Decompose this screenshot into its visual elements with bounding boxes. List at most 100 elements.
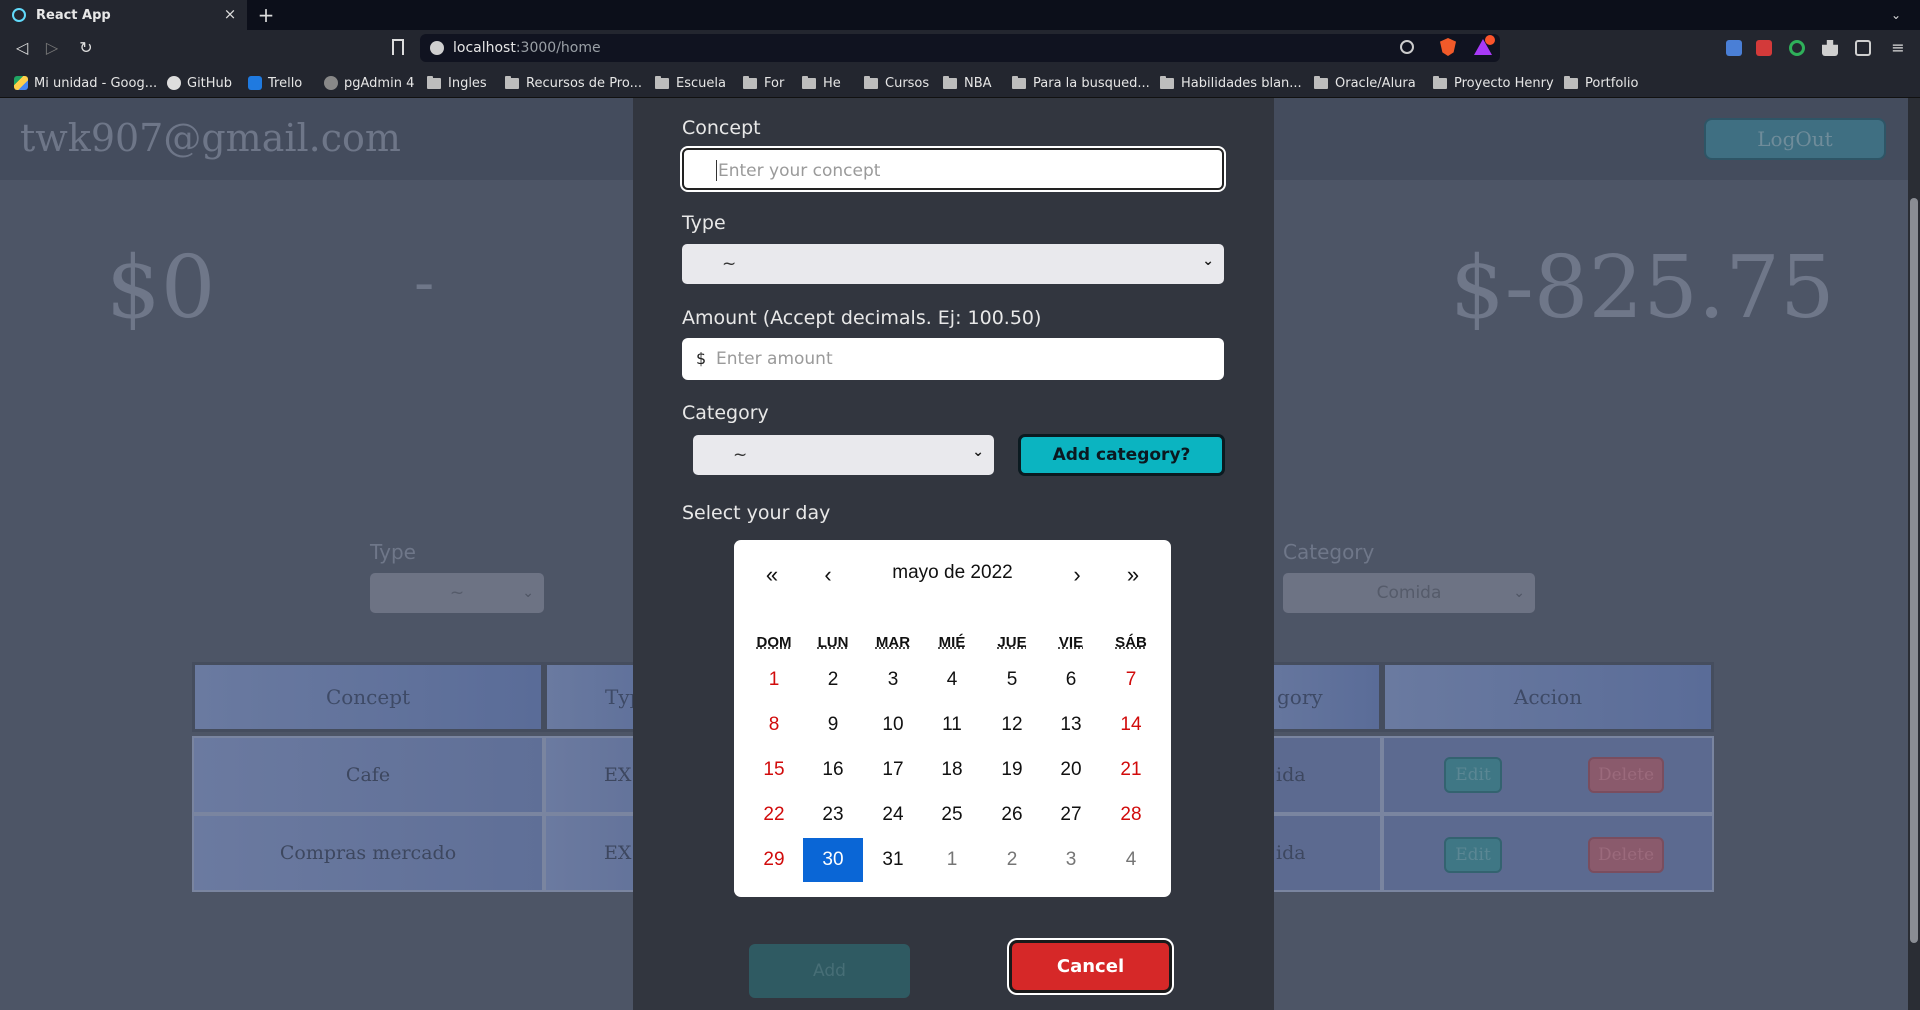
calendar-day[interactable]: 26 xyxy=(982,793,1042,837)
calendar-day[interactable]: 1 xyxy=(744,658,804,702)
folder-icon xyxy=(427,75,441,89)
bookmark-pgadmin[interactable]: pgAdmin 4 xyxy=(324,74,414,92)
calendar-day[interactable]: 9 xyxy=(803,703,863,747)
bookmark-folder-recursos[interactable]: Recursos de Pro... xyxy=(505,74,642,92)
calendar-day[interactable]: 30 xyxy=(803,838,863,882)
calendar-day[interactable]: 4 xyxy=(922,658,982,702)
bookmark-page-icon[interactable] xyxy=(392,39,404,55)
calendar-day[interactable]: 3 xyxy=(1041,838,1101,882)
calendar-day[interactable]: 17 xyxy=(863,748,923,792)
calendar-day[interactable]: 4 xyxy=(1101,838,1161,882)
bookmark-folder-busqueda[interactable]: Para la busqued... xyxy=(1012,74,1150,92)
add-category-button[interactable]: Add category? xyxy=(1018,434,1225,476)
calendar-day[interactable]: 7 xyxy=(1101,658,1161,702)
calendar-day[interactable]: 3 xyxy=(863,658,923,702)
add-button[interactable]: Add xyxy=(749,944,910,998)
calendar-day[interactable]: 25 xyxy=(922,793,982,837)
bookmark-folder-ingles[interactable]: Ingles xyxy=(427,74,487,92)
calendar-day[interactable]: 24 xyxy=(863,793,923,837)
calendar-day[interactable]: 6 xyxy=(1041,658,1101,702)
next-year-button[interactable]: » xyxy=(1113,560,1153,590)
url-text[interactable]: localhost:3000/home xyxy=(453,40,601,56)
calendar-day[interactable]: 29 xyxy=(744,838,804,882)
menu-icon[interactable]: ≡ xyxy=(1888,38,1908,58)
calendar-day[interactable]: 5 xyxy=(982,658,1042,702)
tab-close-icon[interactable]: × xyxy=(221,5,239,23)
bookmark-trello[interactable]: Trello xyxy=(248,74,302,92)
calendar-day[interactable]: 28 xyxy=(1101,793,1161,837)
type-label: Type xyxy=(682,212,726,234)
delete-button[interactable]: Delete xyxy=(1588,837,1664,873)
calendar-day[interactable]: 20 xyxy=(1041,748,1101,792)
next-month-button[interactable]: › xyxy=(1057,560,1097,590)
grammarly-extension-icon[interactable] xyxy=(1789,40,1805,56)
edit-button[interactable]: Edit xyxy=(1444,757,1502,793)
concept-input[interactable]: Enter your concept xyxy=(682,148,1224,190)
bookmark-folder-nba[interactable]: NBA xyxy=(943,74,992,92)
bookmark-folder-for[interactable]: For xyxy=(743,74,784,92)
edit-button[interactable]: Edit xyxy=(1444,837,1502,873)
calendar-day[interactable]: 2 xyxy=(982,838,1042,882)
weekday-header: MIÉ xyxy=(938,634,966,651)
balance-total: $-825.75 xyxy=(1450,238,1835,338)
calendar-day[interactable]: 22 xyxy=(744,793,804,837)
calendar-day[interactable]: 19 xyxy=(982,748,1042,792)
concept-placeholder: Enter your concept xyxy=(718,161,881,181)
translate-extension-icon[interactable] xyxy=(1726,40,1742,56)
bookmark-folder-escuela[interactable]: Escuela xyxy=(655,74,726,92)
new-tab-button[interactable]: + xyxy=(254,3,278,27)
bookmark-folder-habilidades[interactable]: Habilidades blan... xyxy=(1160,74,1302,92)
folder-icon xyxy=(743,75,757,89)
calendar-day[interactable]: 8 xyxy=(744,703,804,747)
calendar-day[interactable]: 21 xyxy=(1101,748,1161,792)
tab-search-chevron-icon[interactable]: ⌄ xyxy=(1886,5,1906,25)
reload-button[interactable]: ↻ xyxy=(76,38,96,58)
type-select[interactable]: ~ ⌄ xyxy=(682,244,1224,284)
globe-icon xyxy=(324,76,338,90)
address-bar[interactable]: localhost:3000/home xyxy=(420,34,1500,62)
calendar-day[interactable]: 27 xyxy=(1041,793,1101,837)
forward-button[interactable]: ▷ xyxy=(42,38,62,58)
calendar-day[interactable]: 12 xyxy=(982,703,1042,747)
calendar-day[interactable]: 10 xyxy=(863,703,923,747)
calendar-day[interactable]: 14 xyxy=(1101,703,1161,747)
calendar-day[interactable]: 18 xyxy=(922,748,982,792)
calendar-month-title[interactable]: mayo de 2022 xyxy=(834,562,1071,584)
calendar-day[interactable]: 23 xyxy=(803,793,863,837)
calendar-day[interactable]: 31 xyxy=(863,838,923,882)
calendar-day[interactable]: 15 xyxy=(744,748,804,792)
bookmark-folder-portfolio[interactable]: Portfolio xyxy=(1564,74,1638,92)
site-info-icon[interactable] xyxy=(430,41,444,55)
amount-input[interactable]: $ Enter amount xyxy=(682,338,1224,380)
cancel-button[interactable]: Cancel xyxy=(1009,940,1172,993)
text-caret xyxy=(716,160,717,181)
bookmark-github[interactable]: GitHub xyxy=(167,74,232,92)
back-button[interactable]: ◁ xyxy=(12,38,32,58)
logout-button[interactable]: LogOut xyxy=(1704,118,1886,160)
category-select[interactable]: ~ ⌄ xyxy=(693,435,994,475)
page-scrollbar[interactable] xyxy=(1908,98,1920,1010)
extensions-puzzle-icon[interactable] xyxy=(1822,40,1838,56)
chevron-down-icon: ⌄ xyxy=(972,444,984,460)
add-transaction-modal: Concept Enter your concept Type ~ ⌄ Amou… xyxy=(633,98,1274,1010)
browser-tab-active[interactable]: React App × xyxy=(0,0,247,30)
calendar-day[interactable]: 1 xyxy=(922,838,982,882)
calendar-day[interactable]: 2 xyxy=(803,658,863,702)
bookmark-folder-he[interactable]: He xyxy=(802,74,841,92)
amount-placeholder: Enter amount xyxy=(716,349,833,369)
bookmark-google-drive[interactable]: Mi unidad - Goog... xyxy=(14,74,157,92)
filter-category-select[interactable]: Comida ⌄ xyxy=(1283,573,1535,613)
delete-button[interactable]: Delete xyxy=(1588,757,1664,793)
bookmark-folder-oracle-alura[interactable]: Oracle/Alura xyxy=(1314,74,1416,92)
extension-icon[interactable] xyxy=(1756,40,1772,56)
wallet-icon[interactable] xyxy=(1855,40,1871,56)
filter-type-select[interactable]: ~ ⌄ xyxy=(370,573,544,613)
calendar-day[interactable]: 13 xyxy=(1041,703,1101,747)
bookmark-folder-cursos[interactable]: Cursos xyxy=(864,74,929,92)
scrollbar-thumb[interactable] xyxy=(1910,198,1918,943)
prev-year-button[interactable]: « xyxy=(752,560,792,590)
bookmark-folder-proyecto-henry[interactable]: Proyecto Henry xyxy=(1433,74,1554,92)
zoom-icon[interactable] xyxy=(1400,40,1414,54)
calendar-day[interactable]: 11 xyxy=(922,703,982,747)
calendar-day[interactable]: 16 xyxy=(803,748,863,792)
